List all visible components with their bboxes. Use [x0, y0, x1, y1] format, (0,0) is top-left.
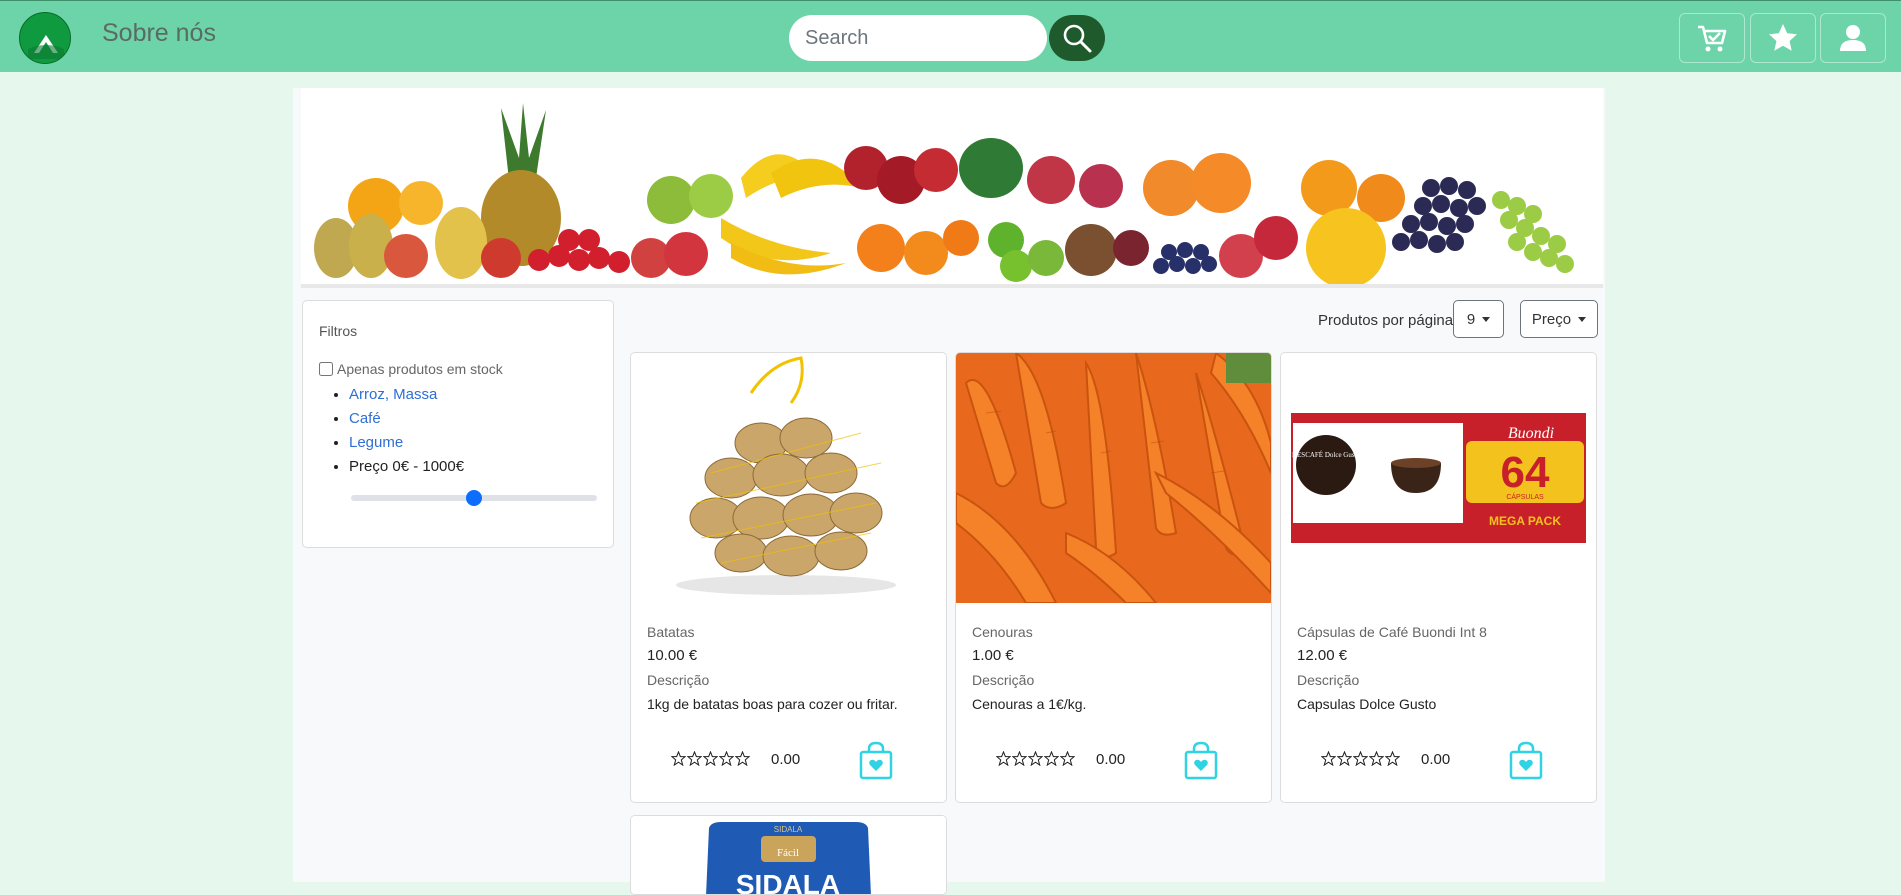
product-rating: 0.00: [1096, 751, 1126, 768]
product-description: Capsulas Dolce Gusto: [1297, 696, 1437, 712]
per-page-dropdown[interactable]: 9: [1453, 300, 1504, 338]
star-outline-icon[interactable]: [1321, 751, 1336, 766]
description-label: Descrição: [647, 672, 710, 688]
category-list: Arroz, Massa Café Legume Preço 0€ - 1000…: [349, 383, 464, 479]
product-card[interactable]: NESCAFÉ Dolce Gusto Buondi 64 CÁPSULAS M…: [1280, 352, 1597, 803]
shopping-bag-heart-icon[interactable]: [1183, 740, 1219, 780]
search-button[interactable]: [1049, 15, 1105, 61]
category-link-arroz-massa[interactable]: Arroz, Massa: [349, 386, 437, 403]
product-card[interactable]: SIDALA Fácil SIDALA: [630, 815, 947, 895]
filters-title: Filtros: [319, 323, 358, 339]
list-item: Legume: [349, 431, 464, 455]
product-image[interactable]: SIDALA Fácil SIDALA: [631, 816, 946, 895]
image-brand: SIDALA: [774, 825, 803, 834]
search-icon: [1063, 24, 1092, 53]
chevron-down-icon: [1482, 316, 1491, 322]
star-outline-icon[interactable]: [1337, 751, 1352, 766]
stock-filter[interactable]: Apenas produtos em stock: [319, 361, 503, 377]
per-page-label: Produtos por página: [1318, 312, 1454, 329]
image-count: 64: [1501, 448, 1550, 497]
product-price: 12.00 €: [1297, 647, 1348, 664]
cart-button[interactable]: [1679, 13, 1745, 63]
image-name: SIDALA: [736, 869, 840, 895]
shopping-bag-heart-icon[interactable]: [858, 740, 894, 780]
image-brand: NESCAFÉ Dolce Gusto: [1292, 451, 1361, 459]
price-range-label: Preço 0€ - 1000€: [349, 458, 465, 475]
chevron-down-icon: [1578, 316, 1587, 322]
product-name[interactable]: Cenouras: [972, 624, 1033, 640]
image-brand2: Buondi: [1508, 425, 1554, 442]
rating-stars[interactable]: [671, 751, 750, 766]
logo-icon[interactable]: [19, 12, 71, 64]
favorites-button[interactable]: [1750, 13, 1816, 63]
product-name[interactable]: Cápsulas de Café Buondi Int 8: [1297, 624, 1487, 640]
price-slider-thumb[interactable]: [466, 490, 482, 506]
list-item: Preço 0€ - 1000€: [349, 455, 464, 479]
star-outline-icon[interactable]: [1044, 751, 1059, 766]
image-pack: MEGA PACK: [1489, 514, 1561, 528]
navbar: Sobre nós: [0, 0, 1901, 72]
star-outline-icon[interactable]: [1353, 751, 1368, 766]
filters-panel: Filtros Apenas produtos em stock Arroz, …: [302, 300, 614, 548]
star-outline-icon[interactable]: [1012, 751, 1027, 766]
star-outline-icon[interactable]: [1369, 751, 1384, 766]
category-link-legume[interactable]: Legume: [349, 434, 403, 451]
user-icon: [1840, 25, 1866, 51]
star-outline-icon[interactable]: [703, 751, 718, 766]
star-outline-icon[interactable]: [687, 751, 702, 766]
about-link[interactable]: Sobre nós: [102, 19, 216, 48]
product-card[interactable]: Batatas 10.00 € Descrição 1kg de batatas…: [630, 352, 947, 803]
product-rating: 0.00: [771, 751, 801, 768]
product-rating: 0.00: [1421, 751, 1451, 768]
sort-dropdown[interactable]: Preço: [1520, 300, 1598, 338]
per-page-value: 9: [1466, 310, 1476, 328]
cart-icon: [1698, 25, 1727, 52]
product-description: Cenouras a 1€/kg.: [972, 696, 1087, 712]
description-label: Descrição: [972, 672, 1035, 688]
product-price: 10.00 €: [647, 647, 698, 664]
rating-stars[interactable]: [1321, 751, 1400, 766]
product-description: 1kg de batatas boas para cozer ou fritar…: [647, 696, 898, 712]
image-count-unit: CÁPSULAS: [1506, 492, 1544, 501]
star-outline-icon[interactable]: [996, 751, 1011, 766]
description-label: Descrição: [1297, 672, 1360, 688]
fruit-banner: [301, 88, 1603, 288]
stock-label: Apenas produtos em stock: [337, 361, 503, 377]
star-icon: [1769, 24, 1797, 51]
product-price: 1.00 €: [972, 647, 1014, 664]
product-image[interactable]: [956, 353, 1271, 603]
category-link-cafe[interactable]: Café: [349, 410, 381, 427]
list-item: Arroz, Massa: [349, 383, 464, 407]
shopping-bag-heart-icon[interactable]: [1508, 740, 1544, 780]
product-image[interactable]: [631, 353, 946, 603]
stock-checkbox[interactable]: [319, 362, 333, 376]
search-input[interactable]: [789, 15, 1047, 61]
profile-button[interactable]: [1820, 13, 1886, 63]
star-outline-icon[interactable]: [1385, 751, 1400, 766]
image-tag: Fácil: [777, 847, 799, 859]
star-outline-icon[interactable]: [1060, 751, 1075, 766]
list-item: Café: [349, 407, 464, 431]
star-outline-icon[interactable]: [671, 751, 686, 766]
product-card[interactable]: Cenouras 1.00 € Descrição Cenouras a 1€/…: [955, 352, 1272, 803]
star-outline-icon[interactable]: [719, 751, 734, 766]
product-name[interactable]: Batatas: [647, 624, 694, 640]
sort-value: Preço: [1531, 310, 1572, 328]
star-outline-icon[interactable]: [735, 751, 750, 766]
product-image[interactable]: NESCAFÉ Dolce Gusto Buondi 64 CÁPSULAS M…: [1281, 353, 1596, 603]
rating-stars[interactable]: [996, 751, 1075, 766]
star-outline-icon[interactable]: [1028, 751, 1043, 766]
